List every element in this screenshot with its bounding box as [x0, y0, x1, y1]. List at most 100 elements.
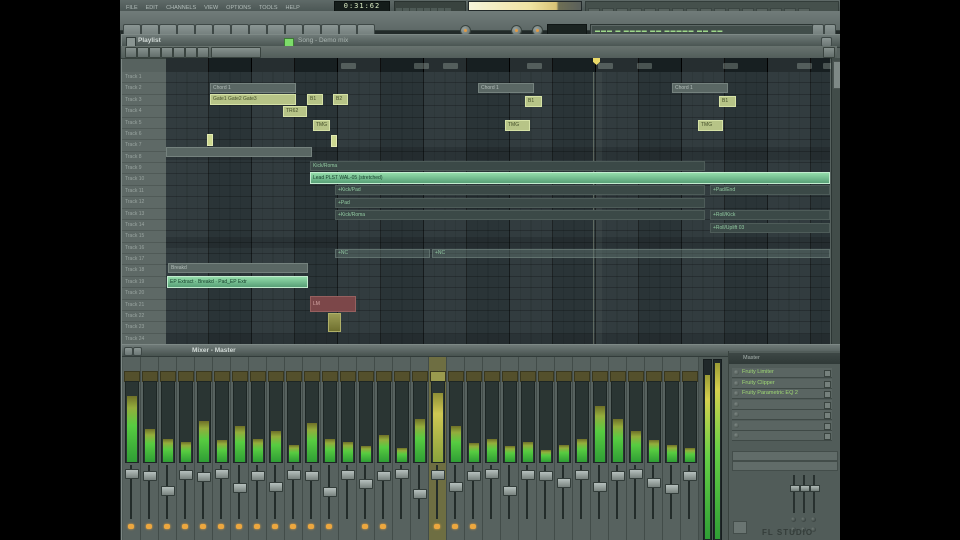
eq-band-3-slider[interactable]	[810, 485, 820, 492]
playlist-clip[interactable]: Gate1 Gate2 Gate3	[210, 94, 296, 105]
playlist-clip[interactable]: Chord 1	[672, 83, 728, 93]
playlist-clip[interactable]: Chord 1	[478, 83, 534, 93]
playlist-clip[interactable]: TMG	[505, 120, 530, 131]
playlist-clip[interactable]: Kick/Roma	[310, 161, 705, 171]
mixer-track-19[interactable]	[447, 357, 465, 540]
playlist-track-name[interactable]: Track 13	[122, 209, 166, 220]
fader-handle[interactable]	[323, 487, 337, 498]
fx-slot-4[interactable]	[732, 399, 832, 410]
eq-band-1-slider[interactable]	[790, 485, 800, 492]
playlist-tool-5[interactable]	[173, 47, 185, 58]
mixer-track-16[interactable]	[393, 357, 411, 540]
playlist-clip[interactable]: TMG	[698, 120, 723, 131]
mixer-track-8[interactable]	[249, 357, 267, 540]
track-enable-led[interactable]	[182, 524, 188, 529]
playlist-track-name[interactable]: Track 21	[122, 300, 166, 311]
fader-handle[interactable]	[341, 469, 355, 480]
fader-handle[interactable]	[161, 485, 175, 496]
playlist-track-name[interactable]: Track 7	[122, 140, 166, 152]
mixer-track-12[interactable]	[321, 357, 339, 540]
playlist-clip[interactable]: B1	[307, 94, 323, 105]
mixer-track-17[interactable]	[411, 357, 429, 540]
playlist-clip[interactable]: TR62	[283, 106, 307, 117]
playlist-tool-6[interactable]	[185, 47, 197, 58]
playlist-clip[interactable]: +Kick/Roma	[335, 210, 705, 220]
fader-handle[interactable]	[413, 488, 427, 499]
eq-band-2-freq-knob[interactable]	[801, 517, 806, 522]
playlist-tool-1[interactable]	[125, 47, 137, 58]
track-enable-led[interactable]	[308, 524, 314, 529]
fader-handle[interactable]	[593, 482, 607, 493]
track-enable-led[interactable]	[200, 524, 206, 529]
fader-handle[interactable]	[647, 477, 661, 488]
fader-handle[interactable]	[503, 485, 517, 496]
playlist-track-name[interactable]: Track 10	[122, 174, 166, 186]
fader-handle[interactable]	[125, 468, 139, 479]
mixer-track-4[interactable]	[177, 357, 195, 540]
track-enable-led[interactable]	[362, 524, 368, 529]
mixer-track-23[interactable]	[519, 357, 537, 540]
playlist-clip[interactable]: Chord 1	[210, 83, 296, 93]
fader-handle[interactable]	[377, 471, 391, 482]
playlist-tool-3[interactable]	[149, 47, 161, 58]
fader-handle[interactable]	[521, 469, 535, 480]
fx-slot-5[interactable]	[732, 410, 832, 420]
mixer-track-28[interactable]	[609, 357, 627, 540]
track-enable-led[interactable]	[254, 524, 260, 529]
playlist-clip[interactable]: B1	[525, 96, 542, 107]
eq-band-3-freq-knob[interactable]	[811, 517, 816, 522]
track-enable-led[interactable]	[326, 524, 332, 529]
track-enable-led[interactable]	[272, 524, 278, 529]
playlist-clip[interactable]: +Kick/Pad	[335, 185, 705, 195]
playlist-clip[interactable]: +NC	[335, 249, 430, 258]
mixer-track-21[interactable]	[483, 357, 501, 540]
mixer-track-25[interactable]	[555, 357, 573, 540]
mixer-track-1[interactable]	[123, 357, 141, 540]
playlist-track-name[interactable]: Track 8	[122, 152, 166, 163]
playlist-clip[interactable]: B1	[719, 96, 736, 107]
mixer-track-20[interactable]	[465, 357, 483, 540]
playlist-toolbar-corner-button[interactable]	[823, 47, 835, 58]
mixer-track-3[interactable]	[159, 357, 177, 540]
track-enable-led[interactable]	[128, 524, 134, 529]
fader-handle[interactable]	[611, 471, 625, 482]
playlist-track-name[interactable]: Track 4	[122, 106, 166, 118]
fader-handle[interactable]	[629, 468, 643, 479]
mixer-track-24[interactable]	[537, 357, 555, 540]
fader-handle[interactable]	[233, 483, 247, 494]
fader-handle[interactable]	[215, 468, 229, 479]
mixer-track-18[interactable]	[429, 357, 447, 540]
mixer-track-11[interactable]	[303, 357, 321, 540]
playlist-track-name[interactable]: Track 14	[122, 220, 166, 232]
fx-send-row-2[interactable]	[732, 461, 838, 471]
playlist-track-name[interactable]: Track 15	[122, 231, 166, 243]
fader-handle[interactable]	[305, 470, 319, 481]
mixer-track-22[interactable]	[501, 357, 519, 540]
eq-band-2-slider[interactable]	[800, 485, 810, 492]
fader-handle[interactable]	[683, 471, 697, 482]
mixer-track-9[interactable]	[267, 357, 285, 540]
mixer-track-5[interactable]	[195, 357, 213, 540]
playlist-clip[interactable]: Lead PLST WAL-05 (stretched)	[310, 172, 830, 184]
playlist-clip[interactable]: EP Extract · Breakd · Pad_EP Extr	[167, 276, 308, 288]
playlist-clip[interactable]: LM	[310, 296, 356, 312]
mixer-track-10[interactable]	[285, 357, 303, 540]
playlist-clip[interactable]: B2	[333, 94, 348, 105]
playlist-track-name[interactable]: Track 11	[122, 186, 166, 198]
fx-slot-2[interactable]: Fruity Clipper	[732, 378, 832, 389]
mixer-menu-button[interactable]	[124, 347, 133, 356]
playlist-clip[interactable]	[328, 313, 341, 332]
playlist-tool-7[interactable]	[197, 47, 209, 58]
fader-handle[interactable]	[197, 471, 211, 482]
playlist-track-name[interactable]: Track 2	[122, 83, 166, 95]
eq-band-1-freq-knob[interactable]	[791, 517, 796, 522]
playlist-clip[interactable]	[166, 147, 312, 157]
fader-handle[interactable]	[269, 482, 283, 493]
fader-handle[interactable]	[359, 478, 373, 489]
playlist-track-name[interactable]: Track 19	[122, 277, 166, 289]
track-enable-led[interactable]	[434, 524, 440, 529]
mixer-track-14[interactable]	[357, 357, 375, 540]
mixer-track-27[interactable]	[591, 357, 609, 540]
song-position-slider[interactable]	[468, 1, 582, 11]
playlist-track-name[interactable]: Track 9	[122, 163, 166, 175]
